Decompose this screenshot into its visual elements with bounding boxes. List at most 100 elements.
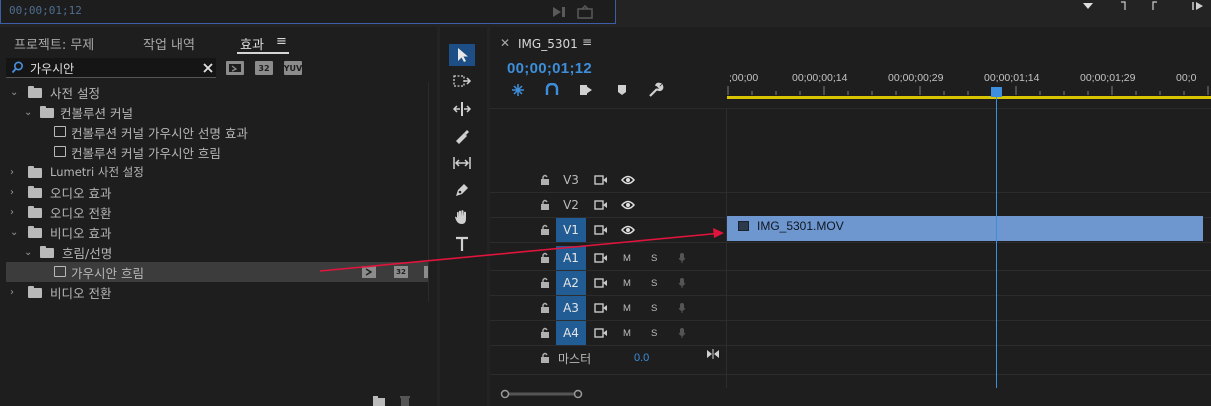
- wrench-icon[interactable]: [648, 82, 664, 98]
- work-area-bar[interactable]: [727, 96, 1211, 99]
- solo-button[interactable]: S: [651, 303, 657, 314]
- go-to-end-icon[interactable]: [706, 348, 720, 360]
- lock-icon[interactable]: [540, 174, 550, 185]
- sync-lock-icon[interactable]: [593, 276, 609, 290]
- lock-icon[interactable]: [540, 199, 550, 210]
- panel-scrollbar-track[interactable]: [428, 82, 429, 302]
- snap-icon[interactable]: [544, 82, 560, 98]
- track-label-v2[interactable]: V2: [556, 193, 586, 217]
- microphone-icon[interactable]: [676, 276, 688, 290]
- add-marker-icon[interactable]: [614, 82, 630, 98]
- sequence-tab[interactable]: IMG_5301: [518, 37, 578, 51]
- eye-icon[interactable]: [620, 223, 636, 237]
- eye-icon[interactable]: [620, 198, 636, 212]
- master-volume-value[interactable]: 0.0: [634, 352, 649, 364]
- insert-icon[interactable]: [550, 4, 568, 20]
- preset-effect-icon: [54, 146, 66, 157]
- sync-lock-icon[interactable]: [593, 223, 609, 237]
- solo-button[interactable]: S: [651, 278, 657, 289]
- tree-row-audio-effects[interactable]: › 오디오 효과: [6, 182, 428, 202]
- export-frame-icon[interactable]: [576, 4, 594, 20]
- chevron-right-icon[interactable]: ›: [10, 287, 14, 298]
- marker-out-icon[interactable]: [1150, 0, 1160, 12]
- sync-lock-icon[interactable]: [593, 173, 609, 187]
- chevron-right-icon[interactable]: ›: [10, 167, 14, 178]
- sync-lock-icon[interactable]: [593, 326, 609, 340]
- track-select-forward-tool[interactable]: [449, 70, 475, 92]
- track-label-a2[interactable]: A2: [556, 271, 586, 295]
- playhead[interactable]: [996, 88, 997, 388]
- lock-icon[interactable]: [540, 277, 550, 288]
- chevron-down-icon[interactable]: ⌄: [24, 107, 32, 118]
- lock-icon[interactable]: [540, 302, 550, 313]
- tree-row-audio-transitions[interactable]: › 오디오 전환: [6, 202, 428, 222]
- lock-icon[interactable]: [540, 327, 550, 338]
- tree-label: 비디오 효과: [50, 225, 112, 241]
- step-forward-icon[interactable]: [1190, 0, 1208, 12]
- lock-icon[interactable]: [540, 252, 550, 263]
- tab-effects[interactable]: 효과: [240, 34, 264, 53]
- sync-lock-icon[interactable]: [593, 251, 609, 265]
- panel-menu-icon[interactable]: ≡: [276, 34, 287, 49]
- nest-icon[interactable]: [510, 82, 526, 98]
- tree-row-video-effects[interactable]: ⌄ 비디오 효과: [6, 222, 428, 242]
- tree-row-lumetri-presets[interactable]: › Lumetri 사전 설정: [6, 162, 428, 182]
- playhead-handle[interactable]: [991, 87, 1002, 97]
- tree-row-blur-sharpen[interactable]: ⌄ 흐림/선명: [6, 242, 428, 262]
- tab-project[interactable]: 프로젝트: 무제: [14, 34, 94, 53]
- lock-icon[interactable]: [540, 224, 550, 235]
- slip-tool[interactable]: [449, 152, 475, 174]
- linked-selection-icon[interactable]: [577, 82, 595, 98]
- close-icon[interactable]: ✕: [500, 36, 510, 50]
- chevron-down-icon[interactable]: [1080, 0, 1096, 12]
- pen-tool[interactable]: [449, 179, 475, 201]
- lock-icon[interactable]: [540, 352, 550, 363]
- tree-row-convolution-sharpen[interactable]: 컨볼루션 커널 가우시안 선명 효과: [6, 122, 428, 142]
- sequence-menu-icon[interactable]: ≡: [582, 35, 592, 49]
- chevron-down-icon[interactable]: ⌄: [10, 227, 18, 238]
- tree-row-convolution-kernel[interactable]: ⌄ 컨볼루션 커널: [6, 102, 428, 122]
- sync-lock-icon[interactable]: [593, 198, 609, 212]
- tree-label: 컨볼루션 커널 가우시안 선명 효과: [71, 125, 248, 141]
- chevron-right-icon[interactable]: ›: [10, 187, 14, 198]
- new-bin-icon[interactable]: [372, 395, 386, 406]
- razor-tool[interactable]: [449, 125, 475, 147]
- selection-tool[interactable]: [449, 44, 475, 66]
- microphone-icon[interactable]: [676, 326, 688, 340]
- track-label-v3[interactable]: V3: [556, 168, 586, 192]
- microphone-icon[interactable]: [676, 251, 688, 265]
- eye-icon[interactable]: [620, 173, 636, 187]
- tree-row-presets[interactable]: ⌄ 사전 설정: [6, 82, 428, 102]
- yuv-filter-badge[interactable]: YUV: [284, 61, 302, 75]
- chevron-right-icon[interactable]: ›: [10, 207, 14, 218]
- sequence-timecode[interactable]: 00;00;01;12: [507, 60, 592, 77]
- tree-row-convolution-blur[interactable]: 컨볼루션 커널 가우시안 흐림: [6, 142, 428, 162]
- tree-row-video-transitions[interactable]: › 비디오 전환: [6, 282, 428, 302]
- source-timecode[interactable]: 00;00;01;12: [9, 4, 82, 17]
- mute-button[interactable]: M: [623, 278, 631, 289]
- solo-button[interactable]: S: [651, 328, 657, 339]
- delete-icon[interactable]: [398, 395, 412, 406]
- track-label-a3[interactable]: A3: [556, 296, 586, 320]
- marker-in-icon[interactable]: [1118, 0, 1128, 12]
- mute-button[interactable]: M: [623, 303, 631, 314]
- chevron-down-icon[interactable]: ⌄: [10, 87, 18, 98]
- chevron-down-icon[interactable]: ⌄: [24, 247, 32, 258]
- clear-search-icon[interactable]: [201, 61, 215, 75]
- sync-lock-icon[interactable]: [593, 301, 609, 315]
- solo-button[interactable]: S: [651, 253, 657, 264]
- track-label-a4[interactable]: A4: [556, 321, 586, 345]
- track-label-v1[interactable]: V1: [556, 218, 586, 242]
- timeline-zoom-scrollbar[interactable]: [500, 389, 585, 399]
- track-label-a1[interactable]: A1: [556, 246, 586, 270]
- 32bit-filter-badge[interactable]: 32: [255, 61, 273, 75]
- mute-button[interactable]: M: [623, 328, 631, 339]
- ripple-edit-tool[interactable]: [449, 98, 475, 120]
- tab-history[interactable]: 작업 내역: [143, 34, 195, 53]
- type-tool[interactable]: [449, 233, 475, 255]
- microphone-icon[interactable]: [676, 301, 688, 315]
- accelerated-effects-filter-icon[interactable]: [226, 61, 244, 75]
- hand-tool[interactable]: [449, 206, 475, 228]
- tree-row-gaussian-blur[interactable]: 가우시안 흐림 32: [6, 262, 428, 282]
- mute-button[interactable]: M: [623, 253, 631, 264]
